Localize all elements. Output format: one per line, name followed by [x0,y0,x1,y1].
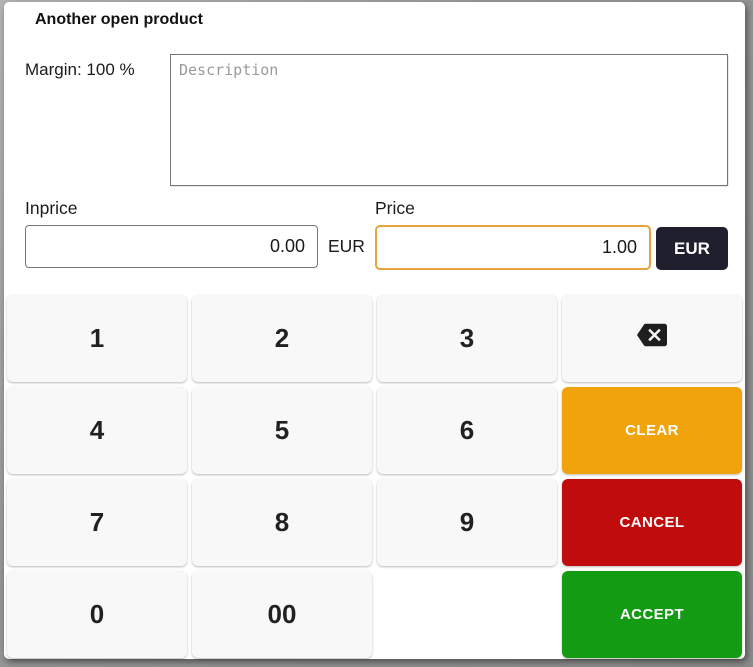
inprice-input[interactable] [25,225,318,268]
backspace-icon [637,320,667,357]
keypad-key-9[interactable]: 9 [377,479,557,566]
backspace-key[interactable] [562,295,742,382]
keypad-key-8[interactable]: 8 [192,479,372,566]
keypad-key-6[interactable]: 6 [377,387,557,474]
open-product-dialog: Another open product Margin: 100 % Inpri… [4,2,745,659]
accept-button[interactable]: ACCEPT [562,571,742,658]
description-input[interactable] [170,54,728,186]
cancel-button[interactable]: CANCEL [562,479,742,566]
keypad-key-3[interactable]: 3 [377,295,557,382]
keypad-key-7[interactable]: 7 [7,479,187,566]
keypad-spacer [377,571,557,658]
inprice-currency-label: EUR [328,225,365,268]
keypad-key-1[interactable]: 1 [7,295,187,382]
numeric-keypad: 1 2 3 4 5 6 CLEAR 7 8 9 CANCEL 0 00 ACCE… [7,295,742,658]
dialog-title: Another open product [35,11,203,29]
price-label: Price [375,198,415,219]
keypad-key-2[interactable]: 2 [192,295,372,382]
keypad-key-5[interactable]: 5 [192,387,372,474]
keypad-key-00[interactable]: 00 [192,571,372,658]
price-currency-button[interactable]: EUR [656,227,728,270]
clear-button[interactable]: CLEAR [562,387,742,474]
inprice-label: Inprice [25,198,78,219]
margin-label: Margin: 100 % [25,60,135,80]
keypad-key-4[interactable]: 4 [7,387,187,474]
price-input[interactable] [375,225,651,270]
keypad-key-0[interactable]: 0 [7,571,187,658]
